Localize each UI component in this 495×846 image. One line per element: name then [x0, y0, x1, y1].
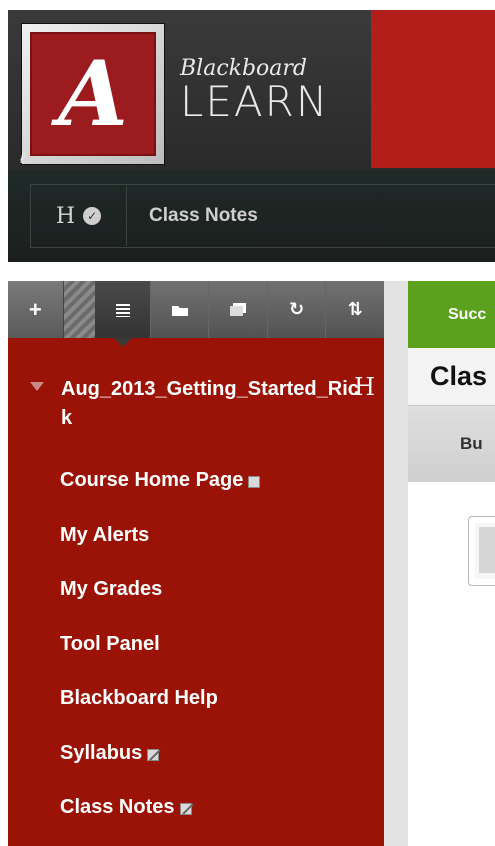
- hidden-item-icon: [248, 476, 261, 489]
- window-icon: [230, 303, 247, 316]
- logo-letter: A: [58, 41, 128, 147]
- menu-item-tool-panel[interactable]: Tool Panel: [60, 617, 260, 672]
- page-title-text: Clas: [430, 361, 488, 391]
- course-title-row[interactable]: Aug_2013_Getting_Started_Rick H: [30, 373, 375, 433]
- course-home-icon[interactable]: H: [354, 373, 375, 401]
- blackboard-learn-brand: Blackboard LEARN: [180, 58, 329, 124]
- success-text: Succ: [448, 305, 487, 323]
- course-menu: + ↻ ⇅ Aug_2013_Getting_Started_Rick H Co…: [8, 281, 384, 846]
- menu-item-my-grades[interactable]: My Grades: [60, 562, 260, 617]
- sort-button[interactable]: ⇅: [325, 281, 384, 338]
- list-view-button[interactable]: [95, 281, 150, 347]
- course-title[interactable]: Aug_2013_Getting_Started_Rick: [61, 375, 359, 433]
- window-view-button[interactable]: [208, 281, 267, 338]
- success-message: Succ: [408, 281, 495, 348]
- menu-item-my-alerts[interactable]: My Alerts: [60, 508, 260, 563]
- folder-view-button[interactable]: [149, 281, 209, 338]
- course-menu-list: Course Home Page My Alerts My Grades Too…: [60, 453, 261, 835]
- content-gutter: [384, 281, 408, 846]
- menu-item-label: Blackboard Help: [60, 687, 218, 710]
- collapse-triangle-icon[interactable]: [30, 382, 44, 391]
- unavailable-icon: [179, 803, 192, 816]
- university-logo[interactable]: A ℓ: [20, 24, 164, 166]
- menu-item-label: Course Home Page: [60, 469, 244, 492]
- home-button[interactable]: H ✓: [31, 186, 127, 246]
- logo-corner-mark: ℓ: [20, 150, 25, 166]
- unavailable-icon: [147, 748, 160, 761]
- menu-item-class-notes[interactable]: Class Notes: [60, 780, 260, 835]
- logo-badge: A: [30, 32, 156, 156]
- sort-icon: ⇅: [347, 299, 363, 319]
- breadcrumb-current: Class Notes: [149, 205, 258, 226]
- add-menu-item-button[interactable]: +: [8, 281, 64, 338]
- menu-item-label: Class Notes: [60, 796, 175, 819]
- menu-item-syllabus[interactable]: Syllabus: [60, 726, 260, 781]
- course-menu-toolbar: + ↻ ⇅: [8, 281, 384, 347]
- action-bar-button[interactable]: Bu: [408, 406, 495, 482]
- menu-item-blackboard-help[interactable]: Blackboard Help: [60, 671, 260, 726]
- action-button-label: Bu: [460, 434, 483, 453]
- site-header: A ℓ Blackboard LEARN: [8, 10, 495, 170]
- menu-item-label: Tool Panel: [60, 632, 160, 655]
- list-icon: [115, 303, 130, 317]
- breadcrumb: H ✓ Class Notes: [30, 184, 495, 248]
- header-red-block: [371, 10, 495, 168]
- menu-item-course-home-page[interactable]: Course Home Page: [60, 453, 261, 508]
- folder-icon: [171, 305, 188, 316]
- plus-icon: +: [28, 296, 42, 322]
- page-title: Clas: [408, 348, 495, 406]
- resize-grip-handle[interactable]: [63, 281, 96, 338]
- menu-item-label: My Alerts: [60, 523, 150, 546]
- refresh-icon: ↻: [289, 299, 305, 319]
- content-item-thumbnail[interactable]: [468, 516, 495, 586]
- menu-item-label: My Grades: [60, 578, 163, 601]
- check-circle-icon[interactable]: ✓: [83, 207, 102, 225]
- home-icon: H: [55, 203, 76, 229]
- refresh-button[interactable]: ↻: [266, 281, 326, 338]
- breadcrumb-bar: H ✓ Class Notes: [8, 170, 495, 262]
- menu-item-label: Syllabus: [60, 741, 143, 764]
- brand-learn: LEARN: [180, 77, 330, 126]
